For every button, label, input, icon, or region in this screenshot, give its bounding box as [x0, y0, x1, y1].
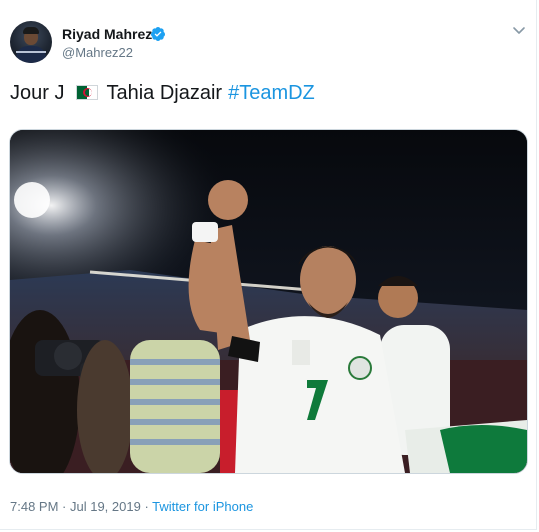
author-handle[interactable]: @Mahrez22: [62, 45, 133, 60]
author-display-name[interactable]: Riyad Mahrez: [62, 26, 152, 42]
avatar-hair: [23, 27, 39, 34]
hashtag-link[interactable]: #TeamDZ: [228, 82, 315, 105]
tweet-time[interactable]: 7:48 PM: [10, 499, 58, 514]
tweet-footer: 7:48 PM · Jul 19, 2019 · Twitter for iPh…: [10, 499, 253, 514]
avatar[interactable]: [10, 21, 52, 63]
tweet-text-part-1: Jour J: [10, 82, 65, 104]
footer-separator: ·: [140, 499, 153, 514]
verified-badge-icon: [150, 27, 165, 41]
tweet-text: Jour J Tahia Djazair #TeamDZ: [10, 82, 315, 105]
chevron-down-icon[interactable]: [512, 26, 526, 36]
football-player-celebrating-photo: [10, 130, 527, 473]
tweet-photo[interactable]: [9, 129, 528, 474]
tweet-text-part-2: Tahia Djazair: [106, 82, 223, 104]
avatar-torso: [16, 46, 46, 63]
avatar-jersey-stripe: [16, 51, 46, 53]
footer-separator: ·: [58, 499, 70, 514]
tweet-card: Riyad Mahrez @Mahrez22 Jour J Tahia Djaz…: [0, 0, 537, 530]
algeria-flag-emoji: [76, 85, 99, 100]
flag-crescent-mask: [85, 89, 93, 96]
tweet-date[interactable]: Jul 19, 2019: [70, 499, 141, 514]
tweet-source-link[interactable]: Twitter for iPhone: [152, 499, 253, 514]
